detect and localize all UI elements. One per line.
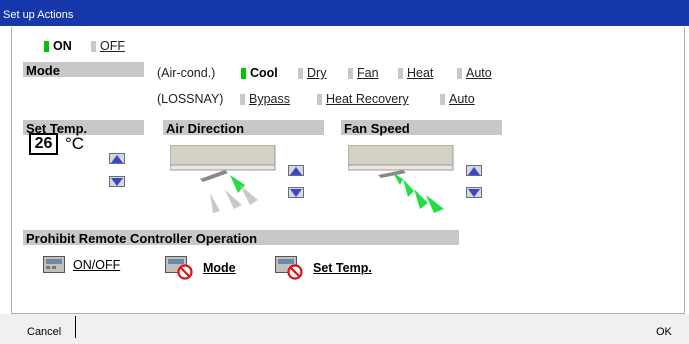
air-direction-graphic: [170, 145, 276, 213]
lossnay-bypass-label: Bypass: [249, 92, 290, 106]
temp-up-button[interactable]: [109, 153, 125, 164]
remote-controller-icon: [43, 256, 65, 273]
prohibit-onoff-item[interactable]: ON/OFF: [43, 256, 120, 274]
aircond-label: (Air-cond.): [157, 66, 216, 80]
lossnay-bypass-option[interactable]: Bypass: [240, 92, 290, 106]
fan-speed-up-button[interactable]: [466, 165, 482, 176]
unselected-marker: [440, 93, 445, 105]
mode-heat-option[interactable]: Heat: [398, 66, 433, 80]
arrow-up-icon: [468, 166, 480, 175]
mode-fan-option[interactable]: Fan: [348, 66, 379, 80]
fan-speed-graphic: [348, 145, 454, 213]
air-direction-header: Air Direction: [163, 120, 324, 136]
mode-auto-label: Auto: [466, 66, 492, 80]
mode-auto-option[interactable]: Auto: [457, 66, 492, 80]
window-title: Set up Actions: [0, 0, 689, 26]
prohibit-set-temp-item[interactable]: Set Temp.: [275, 256, 372, 280]
dialog-footer: [0, 314, 689, 344]
unselected-marker: [298, 67, 303, 79]
set-temp-value: 26: [29, 133, 58, 155]
remote-controller-prohibited-icon: [275, 256, 303, 280]
power-off-label: OFF: [100, 39, 125, 53]
air-direction-up-button[interactable]: [288, 165, 304, 176]
unselected-marker: [317, 93, 322, 105]
cancel-button[interactable]: Cancel: [27, 326, 61, 338]
prohibit-mode-item[interactable]: Mode: [165, 256, 236, 280]
arrow-up-icon: [111, 154, 123, 163]
footer-divider: [75, 316, 76, 338]
fan-speed-header: Fan Speed: [341, 120, 502, 136]
prohibit-header: Prohibit Remote Controller Operation: [23, 230, 459, 246]
mode-header: Mode: [23, 62, 144, 78]
air-direction-down-button[interactable]: [288, 187, 304, 198]
prohibit-onoff-label: ON/OFF: [73, 258, 121, 272]
lossnay-auto-label: Auto: [449, 92, 475, 106]
mode-dry-option[interactable]: Dry: [298, 66, 326, 80]
remote-controller-prohibited-icon: [165, 256, 193, 280]
mode-cool-option[interactable]: Cool: [241, 66, 278, 80]
unselected-marker: [457, 67, 462, 79]
arrow-down-icon: [290, 188, 302, 197]
lossnay-heat-recovery-label: Heat Recovery: [326, 92, 409, 106]
lossnay-auto-option[interactable]: Auto: [440, 92, 475, 106]
arrow-up-icon: [290, 166, 302, 175]
unselected-marker: [240, 93, 245, 105]
unselected-marker: [398, 67, 403, 79]
temp-down-button[interactable]: [109, 176, 125, 187]
power-on-option[interactable]: ON: [44, 39, 72, 53]
power-on-label: ON: [53, 39, 72, 53]
ok-button[interactable]: OK: [656, 326, 672, 338]
selected-marker: [44, 40, 49, 52]
temp-unit: °C: [65, 134, 85, 153]
arrow-down-icon: [111, 177, 123, 186]
unselected-marker: [91, 40, 96, 52]
mode-dry-label: Dry: [307, 66, 327, 80]
prohibit-mode-label: Mode: [203, 261, 236, 275]
mode-heat-label: Heat: [407, 66, 434, 80]
mode-fan-label: Fan: [357, 66, 379, 80]
power-off-option[interactable]: OFF: [91, 39, 125, 53]
lossnay-heat-recovery-option[interactable]: Heat Recovery: [317, 92, 409, 106]
mode-cool-label: Cool: [250, 66, 278, 80]
lossnay-label: (LOSSNAY): [157, 92, 224, 106]
arrow-down-icon: [468, 188, 480, 197]
selected-marker: [241, 67, 246, 79]
fan-speed-down-button[interactable]: [466, 187, 482, 198]
prohibit-set-temp-label: Set Temp.: [313, 261, 372, 275]
unselected-marker: [348, 67, 353, 79]
